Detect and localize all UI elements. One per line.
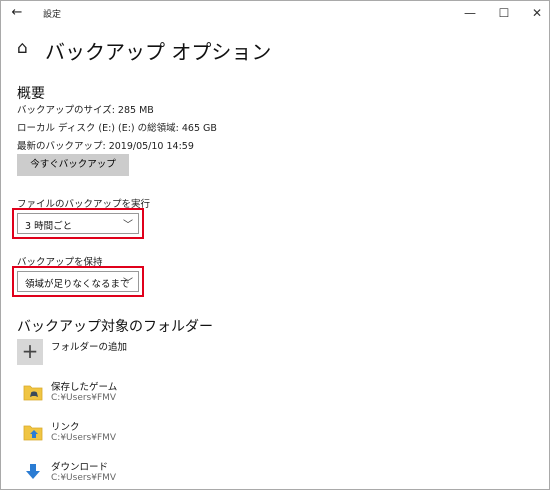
- close-button[interactable]: ✕: [525, 4, 549, 22]
- home-icon[interactable]: ⌂: [17, 38, 37, 58]
- maximize-button[interactable]: ☐: [492, 4, 516, 22]
- retention-dropdown[interactable]: 領域が足りなくなるまで ﹀: [17, 271, 139, 292]
- add-folder-label[interactable]: フォルダーの追加: [51, 339, 127, 353]
- folder-path: C:¥Users¥FMV: [51, 393, 117, 403]
- frequency-dropdown[interactable]: 3 時間ごと ﹀: [17, 213, 139, 234]
- retention-highlight: 領域が足りなくなるまで ﹀: [12, 266, 144, 297]
- folder-item-links[interactable]: リンク C:¥Users¥FMV: [17, 419, 217, 449]
- window-title: 設定: [43, 10, 62, 20]
- folder-path: C:¥Users¥FMV: [51, 433, 117, 443]
- chevron-down-icon: ﹀: [123, 278, 133, 289]
- overview-heading: 概要: [17, 86, 45, 102]
- folder-path: C:¥Users¥FMV: [51, 473, 117, 483]
- frequency-highlight: 3 時間ごと ﹀: [12, 208, 144, 239]
- folders-heading: バックアップ対象のフォルダー: [17, 319, 213, 335]
- settings-window: ← 設定 — ☐ ✕ ⌂ バックアップ オプション 概要 バックアップのサイズ:…: [0, 0, 550, 490]
- plus-icon: +: [21, 339, 39, 363]
- latest-backup-text: 最新のバックアップ: 2019/05/10 14:59: [17, 141, 194, 152]
- retention-value: 領域が足りなくなるまで: [25, 279, 130, 290]
- download-arrow-icon: [26, 464, 40, 479]
- backup-now-button[interactable]: 今すぐバックアップ: [17, 154, 129, 176]
- disk-total-text: ローカル ディスク (E:) (E:) の総領域: 465 GB: [17, 123, 217, 134]
- links-folder-icon: [23, 425, 43, 441]
- folder-name: リンク: [51, 422, 80, 433]
- saved-games-folder-icon: [23, 385, 43, 401]
- backup-size-text: バックアップのサイズ: 285 MB: [17, 105, 154, 116]
- frequency-value: 3 時間ごと: [25, 221, 73, 232]
- title-bar: ← 設定 — ☐ ✕: [1, 1, 549, 27]
- minimize-button[interactable]: —: [458, 4, 482, 22]
- page-title: バックアップ オプション: [45, 40, 272, 64]
- folder-name: 保存したゲーム: [51, 382, 118, 393]
- folder-name: ダウンロード: [51, 462, 109, 473]
- chevron-down-icon: ﹀: [123, 220, 133, 231]
- folder-item-saved-games[interactable]: 保存したゲーム C:¥Users¥FMV: [17, 379, 217, 409]
- folder-item-downloads[interactable]: ダウンロード C:¥Users¥FMV: [17, 459, 217, 489]
- back-arrow-icon[interactable]: ←: [7, 4, 27, 22]
- add-folder-button[interactable]: +: [17, 339, 43, 365]
